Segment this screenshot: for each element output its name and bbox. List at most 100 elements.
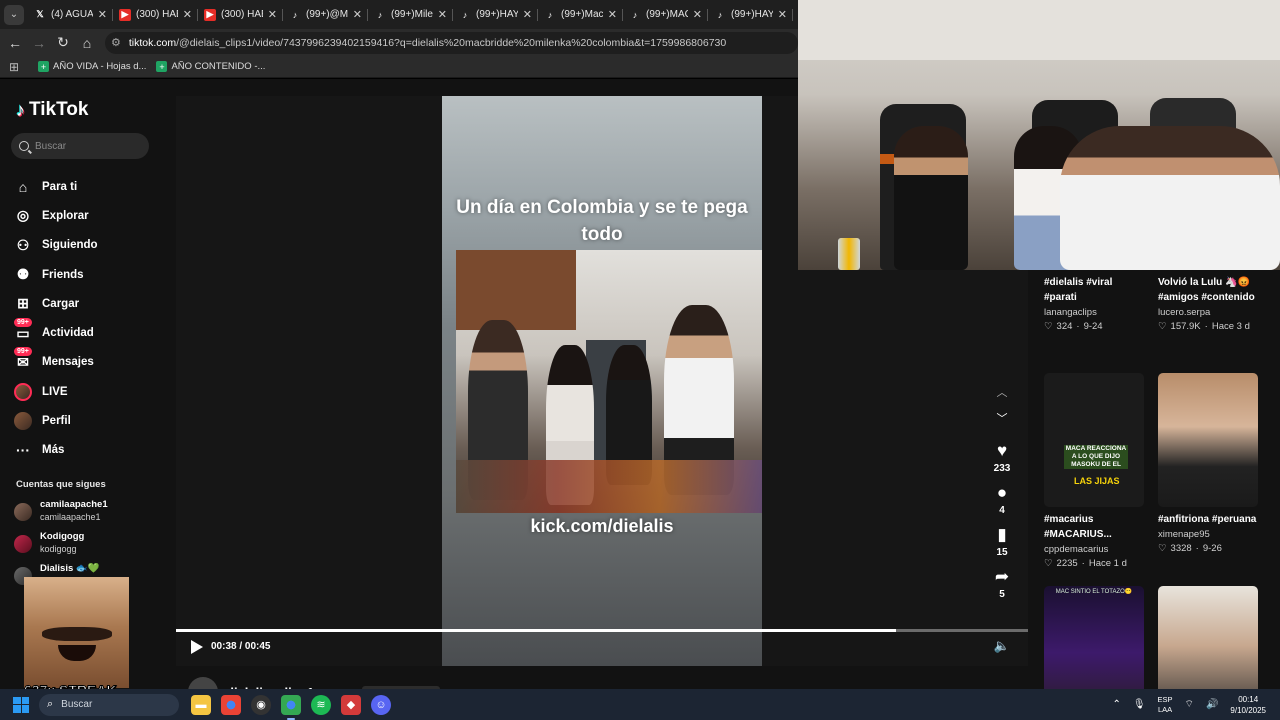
tab-title: (300) HAB: [221, 9, 263, 20]
discord-icon[interactable]: ☺: [371, 694, 391, 715]
related-video-card[interactable]: #dielalis #viral #parati lanangaclips ♡ 3…: [1044, 270, 1144, 334]
browser-tab[interactable]: ♪ (99+)@Mi ✕: [283, 0, 368, 29]
forward-icon[interactable]: →: [27, 31, 51, 55]
youtube-icon: ▶: [204, 8, 216, 21]
messages-icon: ✉ 99+: [14, 347, 32, 371]
chrome-icon[interactable]: [221, 694, 241, 715]
nav-item-perfil[interactable]: Perfil: [14, 406, 98, 435]
like-button[interactable]: ♥ 233: [985, 440, 1019, 476]
save-button[interactable]: ▮ 15: [985, 524, 1019, 560]
speaker-icon[interactable]: 🔊: [1206, 699, 1218, 710]
home-icon[interactable]: ⌂: [75, 31, 99, 55]
close-tab-icon[interactable]: ✕: [183, 8, 192, 21]
progress-bar[interactable]: [176, 629, 1028, 632]
browser-tab[interactable]: ▶ (300) HAB ✕: [113, 0, 198, 29]
webcam-person: [1060, 126, 1280, 270]
share-button[interactable]: ➦ 5: [985, 566, 1019, 602]
taskbar-apps: ▬ ◉ ≋ ◆ ☺: [191, 694, 391, 720]
video-thumbnail: MAC SINTIO EL TOTAZO😶: [1044, 586, 1144, 689]
related-video-card[interactable]: Volvió la Lulu 🦄😡 #amigos #contenido luc…: [1158, 270, 1258, 334]
back-icon[interactable]: ←: [3, 31, 27, 55]
video-frame[interactable]: Un día en Colombia y se te pega todo kic…: [442, 96, 762, 666]
reload-icon[interactable]: ↻: [51, 31, 75, 55]
card-likes: 2235: [1056, 558, 1078, 569]
wifi-icon[interactable]: ⌔: [1185, 698, 1194, 711]
following-icon: ⚇: [16, 236, 30, 253]
meme-mustache: [42, 627, 112, 641]
author-avatar[interactable]: [188, 677, 218, 689]
related-video-card[interactable]: [1158, 586, 1258, 689]
browser-tab[interactable]: ♪ (99+)HAY ✕: [453, 0, 538, 29]
close-tab-icon[interactable]: ✕: [608, 8, 617, 21]
bookmark-item[interactable]: + AÑO CONTENIDO -...: [156, 61, 265, 72]
volume-icon[interactable]: 🔈: [994, 638, 1010, 654]
related-video-card[interactable]: MAC SINTIO EL TOTAZO😶: [1044, 586, 1144, 689]
tab-title: (300) HAB: [136, 9, 178, 20]
search-input[interactable]: Buscar: [11, 133, 149, 159]
nav-item-live[interactable]: LIVE: [14, 377, 98, 406]
browser-tab[interactable]: ♪ (99+)Milen ✕: [368, 0, 453, 29]
bookmark-item[interactable]: + AÑO VIDA - Hojas d...: [38, 61, 146, 72]
video-thumbnail: [1158, 373, 1258, 507]
comment-button[interactable]: ● 4: [985, 482, 1019, 518]
related-video-card[interactable]: MACA REACCIONA A LO QUE DIJO MASOKU DE E…: [1044, 373, 1144, 571]
close-tab-icon[interactable]: ✕: [693, 8, 702, 21]
card-likes: 157.9K: [1170, 321, 1201, 332]
search-icon: [19, 141, 29, 151]
progress-fill: [176, 629, 896, 632]
nav-item-mensajes[interactable]: ✉ 99+ Mensajes: [14, 347, 98, 377]
obs-icon[interactable]: ◉: [251, 694, 271, 715]
notification-badge: 99+: [14, 347, 32, 357]
nav-item-actividad[interactable]: ▭ 99+ Actividad: [14, 318, 98, 347]
following-account[interactable]: Kodigogg kodigogg: [14, 531, 108, 563]
bookmarks-bar: ⊞ + AÑO VIDA - Hojas d... + AÑO CONTENID…: [0, 56, 798, 78]
browser-tab[interactable]: ♪ (99+)Mac ✕: [538, 0, 623, 29]
nav-item-friends[interactable]: ⚉ Friends: [14, 260, 98, 289]
language-indicator[interactable]: ESP LAA: [1158, 695, 1173, 715]
close-tab-icon[interactable]: ✕: [98, 8, 107, 21]
related-video-card[interactable]: #anfitriona #peruana ximenape95 ♡ 3328 · 9-…: [1158, 373, 1258, 556]
card-likes: 3328: [1170, 543, 1192, 554]
close-tab-icon[interactable]: ✕: [523, 8, 532, 21]
play-icon[interactable]: [191, 640, 203, 654]
app-red-icon[interactable]: ◆: [341, 694, 361, 715]
browser-tab[interactable]: ▶ (300) HAB ✕: [198, 0, 283, 29]
spotify-icon[interactable]: ≋: [311, 694, 331, 715]
save-count: 15: [996, 547, 1008, 558]
microphone-icon[interactable]: 🎙: [1133, 699, 1146, 710]
browser-tab[interactable]: ♪ (99+)MAC ✕: [623, 0, 708, 29]
nav-item-explorar[interactable]: ◎ Explorar: [14, 201, 98, 230]
browser-tab-strip: ⌄ 𝕏 (4) AGUA I ✕ ▶ (300) HAB ✕ ▶ (300) H…: [0, 0, 798, 29]
tiktok-logo[interactable]: ♪ TikTok: [16, 99, 88, 121]
close-tab-icon[interactable]: ✕: [268, 8, 277, 21]
nav-label: LIVE: [42, 385, 68, 398]
tab-search-button[interactable]: ⌄: [4, 4, 24, 25]
close-tab-icon[interactable]: ✕: [778, 8, 787, 21]
browser-tab[interactable]: 𝕏 (4) AGUA I ✕: [28, 0, 113, 29]
nav-item-cargar[interactable]: ⊞ Cargar: [14, 289, 98, 318]
card-user: lanangaclips: [1044, 307, 1097, 318]
chevron-up-icon[interactable]: ⌃: [1112, 699, 1120, 710]
site-info-icon[interactable]: ⚙: [111, 36, 121, 49]
heart-outline-icon: ♡: [1158, 321, 1167, 332]
taskbar-search[interactable]: ⌕ Buscar: [39, 693, 179, 716]
nav-item-mas[interactable]: ··· Más: [14, 436, 98, 465]
card-title: Volvió la Lulu 🦄😡 #amigos #contenido: [1158, 277, 1255, 303]
nav-item-para-ti[interactable]: ⌂ Para ti: [14, 172, 98, 201]
nav-label: Perfil: [42, 415, 71, 428]
close-tab-icon[interactable]: ✕: [438, 8, 447, 21]
close-tab-icon[interactable]: ✕: [353, 8, 362, 21]
clock[interactable]: 00:14 9/10/2025: [1230, 694, 1266, 716]
browser-tab[interactable]: ♪ (99+)HAY ✕: [708, 0, 793, 29]
url-field[interactable]: ⚙ tiktok.com/@dielais_clips1/video/74379…: [105, 31, 798, 54]
chevron-down-icon[interactable]: ﹀: [985, 410, 1019, 436]
following-account[interactable]: camilaapache1 camilaapache1: [14, 499, 108, 531]
nav-item-siguiendo[interactable]: ⚇ Siguiendo: [14, 231, 98, 260]
windows-start-icon[interactable]: [13, 696, 29, 713]
chevron-up-icon[interactable]: ︿: [985, 384, 1019, 410]
chrome-active-icon[interactable]: [281, 694, 301, 720]
more-icon: ···: [16, 442, 30, 459]
apps-grid-icon[interactable]: ⊞: [0, 60, 28, 74]
activity-icon: ▭ 99+: [14, 318, 32, 342]
file-explorer-icon[interactable]: ▬: [191, 694, 211, 715]
